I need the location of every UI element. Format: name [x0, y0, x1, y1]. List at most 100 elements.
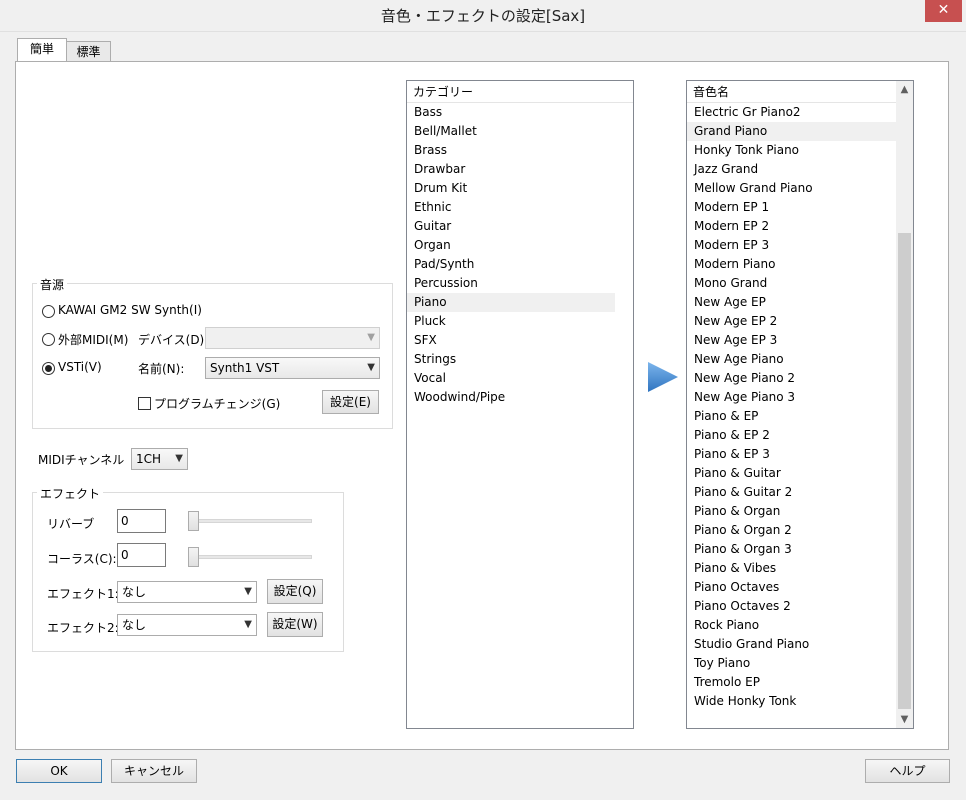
tab-simple[interactable]: 簡単 [17, 38, 67, 61]
list-item[interactable]: Ethnic [407, 198, 615, 217]
external-midi-radio[interactable] [42, 333, 55, 346]
list-item[interactable]: Tremolo EP [687, 673, 896, 692]
sound-source-legend: 音源 [37, 276, 68, 293]
list-item[interactable]: Woodwind/Pipe [407, 388, 615, 407]
scroll-up-icon[interactable]: ▲ [896, 81, 913, 98]
chevron-down-icon: ▼ [175, 453, 183, 464]
effect2-value: なし [122, 618, 147, 632]
list-item[interactable]: Piano Octaves [687, 578, 896, 597]
cancel-button[interactable]: キャンセル [111, 759, 197, 783]
play-arrow-icon [648, 362, 678, 392]
list-item[interactable]: New Age EP [687, 293, 896, 312]
external-midi-label: 外部MIDI(M) [58, 333, 129, 347]
close-icon: ✕ [937, 2, 950, 18]
tone-list-header[interactable]: 音色名 [687, 81, 896, 103]
list-item[interactable]: Piano & Guitar 2 [687, 483, 896, 502]
list-item[interactable]: Piano & Vibes [687, 559, 896, 578]
list-item[interactable]: Piano & EP [687, 407, 896, 426]
list-item[interactable]: Studio Grand Piano [687, 635, 896, 654]
list-item[interactable]: New Age EP 3 [687, 331, 896, 350]
list-item[interactable]: Piano & Organ 3 [687, 540, 896, 559]
list-item[interactable]: Piano & EP 3 [687, 445, 896, 464]
category-list-header[interactable]: カテゴリー [407, 81, 633, 103]
list-item[interactable]: Piano & Organ [687, 502, 896, 521]
list-item[interactable]: Piano Octaves 2 [687, 597, 896, 616]
effect1-value: なし [122, 585, 147, 599]
list-item[interactable]: Mono Grand [687, 274, 896, 293]
list-item[interactable]: Rock Piano [687, 616, 896, 635]
list-item[interactable]: Modern EP 2 [687, 217, 896, 236]
list-item[interactable]: Strings [407, 350, 615, 369]
list-item[interactable]: Piano & EP 2 [687, 426, 896, 445]
list-item[interactable]: Modern EP 1 [687, 198, 896, 217]
list-item[interactable]: Mellow Grand Piano [687, 179, 896, 198]
list-item[interactable]: Wide Honky Tonk [687, 692, 896, 711]
kawai-radio[interactable] [42, 305, 55, 318]
list-item[interactable]: Toy Piano [687, 654, 896, 673]
list-item[interactable]: Bell/Mallet [407, 122, 615, 141]
list-item[interactable]: Jazz Grand [687, 160, 896, 179]
effect2-select[interactable]: なし ▼ [117, 614, 257, 636]
list-item[interactable]: Percussion [407, 274, 615, 293]
list-item[interactable]: New Age Piano [687, 350, 896, 369]
list-item[interactable]: New Age Piano 2 [687, 369, 896, 388]
effects-legend: エフェクト [37, 485, 104, 502]
category-listbox[interactable]: カテゴリー Bass Bell/Mallet Brass Drawbar Drum Ki… [406, 80, 634, 729]
list-item[interactable]: Guitar [407, 217, 615, 236]
name-label: 名前(N): [138, 362, 185, 376]
tone-listbox[interactable]: 音色名 Electric Gr Piano2 Grand Piano Honky T… [686, 80, 914, 729]
device-select[interactable]: ▼ [205, 327, 380, 349]
list-item[interactable]: Piano & Guitar [687, 464, 896, 483]
list-item[interactable]: Electric Gr Piano2 [687, 103, 896, 122]
vst-name-value: Synth1 VST [210, 361, 280, 375]
reverb-input[interactable]: 0 [117, 509, 166, 533]
device-label: デバイス(D): [138, 333, 209, 347]
reverb-slider-track[interactable] [188, 519, 312, 523]
list-item[interactable]: SFX [407, 331, 615, 350]
chevron-down-icon: ▼ [367, 362, 375, 373]
list-item[interactable]: Organ [407, 236, 615, 255]
effect2-settings-button[interactable]: 設定(W) [267, 612, 323, 637]
vst-name-select[interactable]: Synth1 VST ▼ [205, 357, 380, 379]
scroll-down-icon[interactable]: ▼ [896, 711, 913, 728]
list-item[interactable]: Modern Piano [687, 255, 896, 274]
close-button[interactable]: ✕ [925, 0, 962, 22]
ok-button[interactable]: OK [16, 759, 102, 783]
kawai-label: KAWAI GM2 SW Synth(I) [58, 303, 202, 317]
list-item[interactable]: Honky Tonk Piano [687, 141, 896, 160]
tone-items: Electric Gr Piano2 Grand Piano Honky Tonk … [687, 103, 896, 711]
midi-channel-label: MIDIチャンネル [38, 453, 125, 467]
list-item[interactable]: Drawbar [407, 160, 615, 179]
list-item[interactable]: Pad/Synth [407, 255, 615, 274]
window-title: 音色・エフェクトの設定[Sax] [380, 7, 586, 25]
list-item[interactable]: Piano & Organ 2 [687, 521, 896, 540]
program-change-checkbox[interactable] [138, 397, 151, 410]
chevron-down-icon: ▼ [244, 586, 252, 597]
vsti-radio[interactable] [42, 362, 55, 375]
chorus-input[interactable]: 0 [117, 543, 166, 567]
list-item[interactable]: Drum Kit [407, 179, 615, 198]
list-item[interactable]: Brass [407, 141, 615, 160]
effect2-label: エフェクト2: [47, 621, 119, 635]
list-item[interactable]: Pluck [407, 312, 615, 331]
list-item[interactable]: New Age EP 2 [687, 312, 896, 331]
settings-e-button[interactable]: 設定(E) [322, 390, 379, 414]
list-item[interactable]: Piano [407, 293, 615, 312]
chorus-label: コーラス(C): [47, 552, 117, 566]
midi-channel-select[interactable]: 1CH ▼ [131, 448, 188, 470]
list-item[interactable]: New Age Piano 3 [687, 388, 896, 407]
tone-scrollbar[interactable]: ▲ ▼ [896, 81, 913, 728]
chorus-slider-thumb[interactable] [188, 547, 199, 567]
list-item[interactable]: Grand Piano [687, 122, 896, 141]
effect1-select[interactable]: なし ▼ [117, 581, 257, 603]
reverb-slider-thumb[interactable] [188, 511, 199, 531]
list-item[interactable]: Bass [407, 103, 615, 122]
effect1-settings-button[interactable]: 設定(Q) [267, 579, 323, 604]
scroll-thumb[interactable] [898, 233, 911, 709]
chorus-slider-track[interactable] [188, 555, 312, 559]
list-item[interactable]: Modern EP 3 [687, 236, 896, 255]
help-button[interactable]: ヘルプ [865, 759, 950, 783]
list-item[interactable]: Vocal [407, 369, 615, 388]
chevron-down-icon: ▼ [367, 332, 375, 343]
tab-standard[interactable]: 標準 [66, 41, 111, 61]
